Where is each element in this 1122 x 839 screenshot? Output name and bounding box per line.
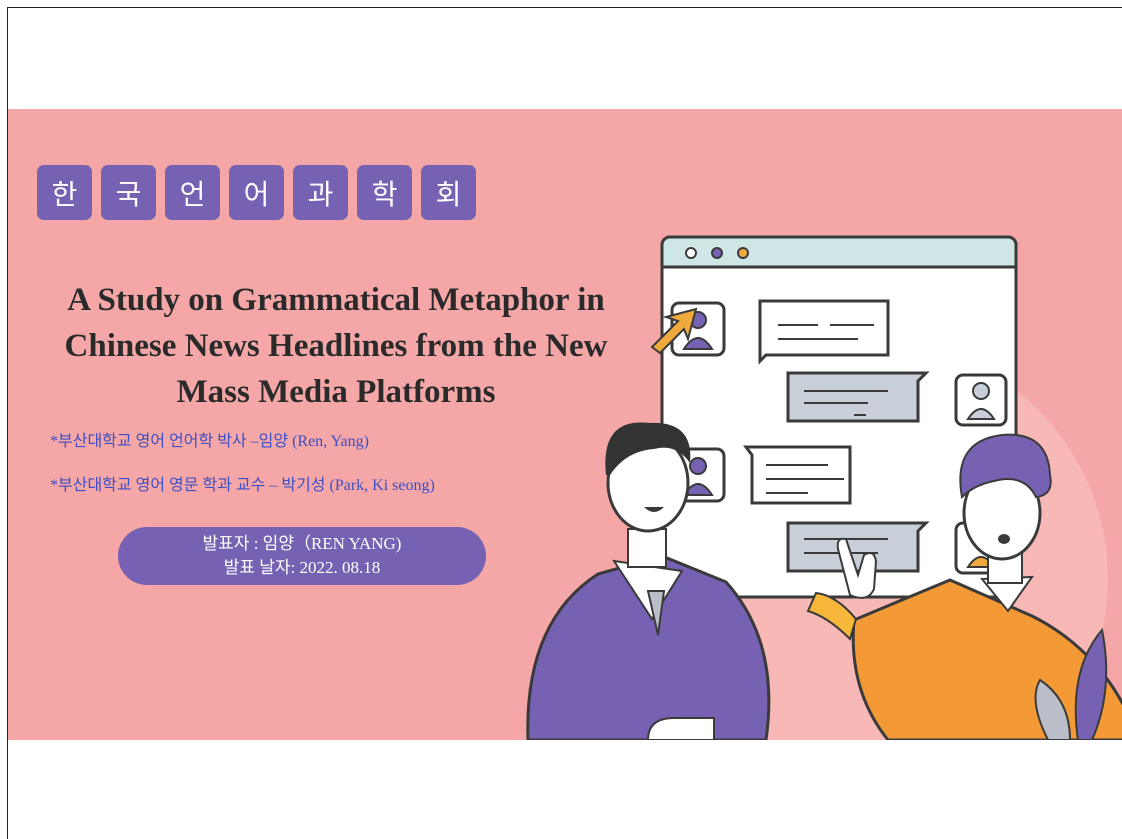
presenter-badge: 발표자 : 임양（REN YANG) 발표 날자: 2022. 08.18: [118, 527, 486, 585]
chat-illustration: [526, 235, 1122, 740]
message-bubble-icon: [743, 445, 852, 505]
author-line: *부산대학교 영어 영문 학과 교수 – 박기성 (Park, Ki seong…: [50, 477, 435, 494]
title-line: Chinese News Headlines from the New: [64, 328, 608, 364]
slide-title: A Study on Grammatical Metaphor in Chine…: [16, 277, 656, 415]
author-line: *부산대학교 영어 언어학 박사 –임양 (Ren, Yang): [50, 433, 369, 450]
user-avatar-icon: [954, 373, 1008, 427]
presentation-slide: 한 국 언 어 과 학 회 A Study on Grammatical Met…: [8, 109, 1122, 740]
presenter-name: 발표자 : 임양（REN YANG): [202, 534, 402, 553]
message-bubble-icon: [786, 371, 930, 423]
title-line: A Study on Grammatical Metaphor in: [67, 282, 605, 318]
title-line: Mass Media Platforms: [176, 374, 496, 410]
message-bubble-icon: [786, 521, 930, 573]
message-bubble-icon: [758, 299, 890, 365]
presentation-date: 발표 날자: 2022. 08.18: [223, 558, 381, 577]
